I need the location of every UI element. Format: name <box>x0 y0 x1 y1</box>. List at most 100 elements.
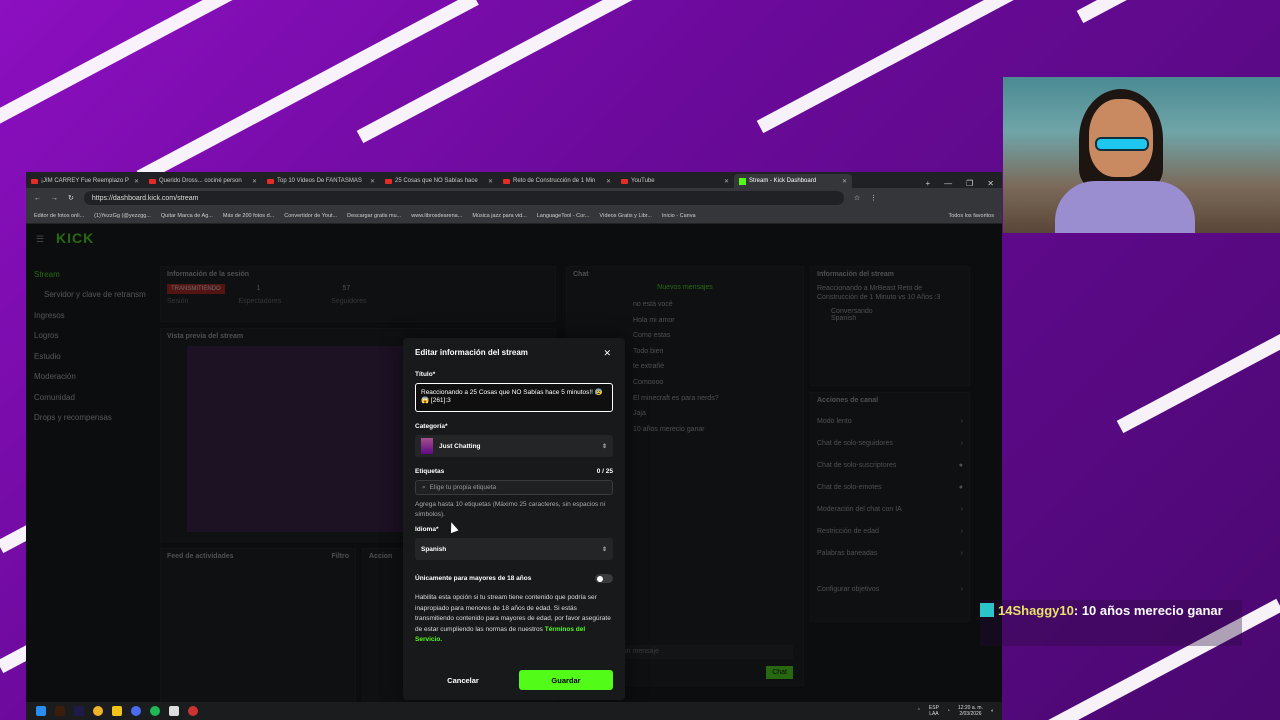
youtube-icon <box>621 178 628 184</box>
bookmarks-bar: Editor de fotos onli... (1)YezzGg (@yezz… <box>26 208 1002 224</box>
mature-content-toggle[interactable] <box>595 574 613 583</box>
close-window-icon[interactable]: ✕ <box>987 179 994 188</box>
desktop-screen: ¡JIM CARREY Fue Reemplazo P ✕ Querido Dro… <box>26 172 1002 720</box>
channel-action-item[interactable]: Chat de solo-emotes ● <box>817 476 963 498</box>
app-icon[interactable] <box>169 706 179 716</box>
channel-action-item[interactable]: Restricción de edad › <box>817 520 963 542</box>
bookmark[interactable]: Vídeos Gratis y Libr... <box>599 213 652 219</box>
kick-dashboard: ☰ KICK Stream Servidor y clave de retran… <box>26 224 1002 718</box>
bookmark[interactable]: www.librosdearena... <box>411 213 462 219</box>
browser-tab[interactable]: YouTube ✕ <box>616 174 734 188</box>
bookmark-all[interactable]: Todos los favoritos <box>948 213 994 219</box>
browser-tab[interactable]: Top 10 Videos De FANTASMAS ✕ <box>262 174 380 188</box>
forward-icon[interactable]: → <box>51 195 58 202</box>
close-icon[interactable]: ✕ <box>842 178 847 185</box>
bookmark[interactable]: Quitar Marca de Ag... <box>161 213 213 219</box>
bookmark[interactable]: Descargar gratis mu... <box>347 213 401 219</box>
category-thumbnail <box>421 438 433 454</box>
tags-input[interactable]: ⌕ Elige tu propia etiqueta <box>415 480 613 495</box>
menu-icon[interactable]: ☰ <box>36 234 44 245</box>
close-icon[interactable]: ✕ <box>370 178 375 185</box>
minimize-icon[interactable]: — <box>944 179 952 188</box>
cancel-button[interactable]: Cancelar <box>415 670 511 690</box>
app-icon[interactable] <box>112 706 122 716</box>
tags-hint: Agrega hasta 10 etiquetas (Máximo 25 car… <box>415 501 606 518</box>
close-icon[interactable]: ✕ <box>134 178 139 185</box>
youtube-icon <box>149 178 156 184</box>
browser-tab[interactable]: Reto de Construcción de 1 Min ✕ <box>498 174 616 188</box>
chrome-icon[interactable] <box>93 706 103 716</box>
sidebar-item-drops[interactable]: Drops y recompensas <box>34 408 154 429</box>
app-icon[interactable] <box>131 706 141 716</box>
user-badge-icon <box>980 603 994 617</box>
close-icon[interactable]: ✕ <box>724 178 729 185</box>
url-input[interactable]: https://dashboard.kick.com/stream <box>83 191 844 205</box>
bookmark[interactable]: LanguageTool - Cor... <box>537 213 590 219</box>
close-icon[interactable]: ✕ <box>488 178 493 185</box>
browser-tab-active[interactable]: Stream - Kick Dashboard ✕ <box>734 174 852 188</box>
sidebar-item-server[interactable]: Servidor y clave de retransm <box>34 285 154 306</box>
bookmark[interactable]: Inicio - Canva <box>662 213 696 219</box>
stream-info-panel: Información del stream Reaccionando a Mr… <box>810 266 970 386</box>
edit-stream-modal: Editar información del stream ✕ Título* … <box>403 338 625 700</box>
youtube-icon <box>267 178 274 184</box>
sidebar-item-achievements[interactable]: Logros <box>34 326 154 347</box>
premiere-icon[interactable] <box>74 706 84 716</box>
channel-action-item[interactable]: Palabras baneadas › <box>817 542 963 564</box>
tags-counter: 0 / 25 <box>596 468 613 475</box>
reload-icon[interactable]: ↻ <box>68 194 74 202</box>
back-icon[interactable]: ← <box>34 195 41 202</box>
browser-tab[interactable]: Querido Dross... cociné person ✕ <box>144 174 262 188</box>
close-icon[interactable]: ✕ <box>606 178 611 185</box>
close-icon[interactable]: ✕ <box>252 178 257 185</box>
webcam-overlay <box>1003 77 1280 233</box>
sidebar-item-stream[interactable]: Stream <box>34 264 154 285</box>
overlay-chat-message: 14Shaggy10: 10 años merecio ganar <box>980 600 1242 646</box>
maximize-icon[interactable]: ❐ <box>966 179 973 188</box>
app-icon[interactable] <box>188 706 198 716</box>
language-select[interactable]: Spanish ⇕ <box>415 538 613 560</box>
channel-action-item[interactable]: Modo lento › <box>817 410 963 432</box>
bookmark[interactable]: Música jazz para vid... <box>472 213 526 219</box>
windows-taskbar: ⌃ ESP LAA ◔ 12:20 a. m. 2/03/2026 ◐ <box>26 702 1002 720</box>
sidebar-item-studio[interactable]: Estudio <box>34 346 154 367</box>
mature-description: Habilita esta opción si tu stream tiene … <box>415 594 611 643</box>
bookmark[interactable]: (1)YezzGg (@yezzgg... <box>94 213 151 219</box>
channel-action-item[interactable]: Chat de solo-suscriptores ● <box>817 454 963 476</box>
save-button[interactable]: Guardar <box>519 670 613 690</box>
session-panel: Información de la sesión TRANSMITIENDO 1… <box>160 266 556 322</box>
star-icon[interactable]: ☆ <box>854 194 860 202</box>
close-icon[interactable]: ✕ <box>603 348 611 359</box>
bookmark[interactable]: Más de 200 fotos d... <box>223 213 274 219</box>
kick-logo: KICK <box>56 230 95 246</box>
sidebar-item-community[interactable]: Comunidad <box>34 387 154 408</box>
channel-actions-panel: Acciones de canal Modo lento › Chat de so… <box>810 392 970 622</box>
chevron-updown-icon: ⇕ <box>601 546 607 553</box>
windows-start-icon[interactable] <box>36 706 46 716</box>
category-select[interactable]: Just Chatting ⇕ <box>415 435 613 457</box>
dashboard-sidebar: Stream Servidor y clave de retransm Ingr… <box>34 264 154 428</box>
browser-tab[interactable]: ¡JIM CARREY Fue Reemplazo P ✕ <box>26 174 144 188</box>
spotify-icon[interactable] <box>150 706 160 716</box>
chat-send-button[interactable]: Chat <box>766 666 793 679</box>
kick-icon <box>739 177 746 185</box>
search-icon: ⌕ <box>422 483 426 491</box>
bookmark[interactable]: Editor de fotos onli... <box>34 213 84 219</box>
new-tab-icon[interactable]: + <box>925 179 930 188</box>
sidebar-item-income[interactable]: Ingresos <box>34 305 154 326</box>
channel-action-item[interactable]: Moderación del chat con IA › <box>817 498 963 520</box>
illustrator-icon[interactable] <box>55 706 65 716</box>
channel-action-item[interactable]: Configurar objetivos › <box>817 578 963 600</box>
browser-tab[interactable]: 25 Cosas que NO Sabías hace ✕ <box>380 174 498 188</box>
modal-title: Editar información del stream <box>415 348 528 357</box>
bookmark[interactable]: Convertidor de Yout... <box>284 213 337 219</box>
live-badge: TRANSMITIENDO <box>167 284 225 294</box>
chevron-up-icon[interactable]: ⌃ <box>917 708 921 714</box>
wifi-icon[interactable]: ◔ <box>947 708 950 714</box>
youtube-icon <box>385 178 392 184</box>
sidebar-item-moderation[interactable]: Moderación <box>34 367 154 388</box>
extensions-icon[interactable]: ⋮ <box>870 194 877 202</box>
stream-title-input[interactable]: Reaccionando a 25 Cosas que NO Sabías ha… <box>415 383 613 412</box>
notification-icon[interactable]: ◐ <box>991 708 994 714</box>
channel-action-item[interactable]: Chat de solo-seguidores › <box>817 432 963 454</box>
